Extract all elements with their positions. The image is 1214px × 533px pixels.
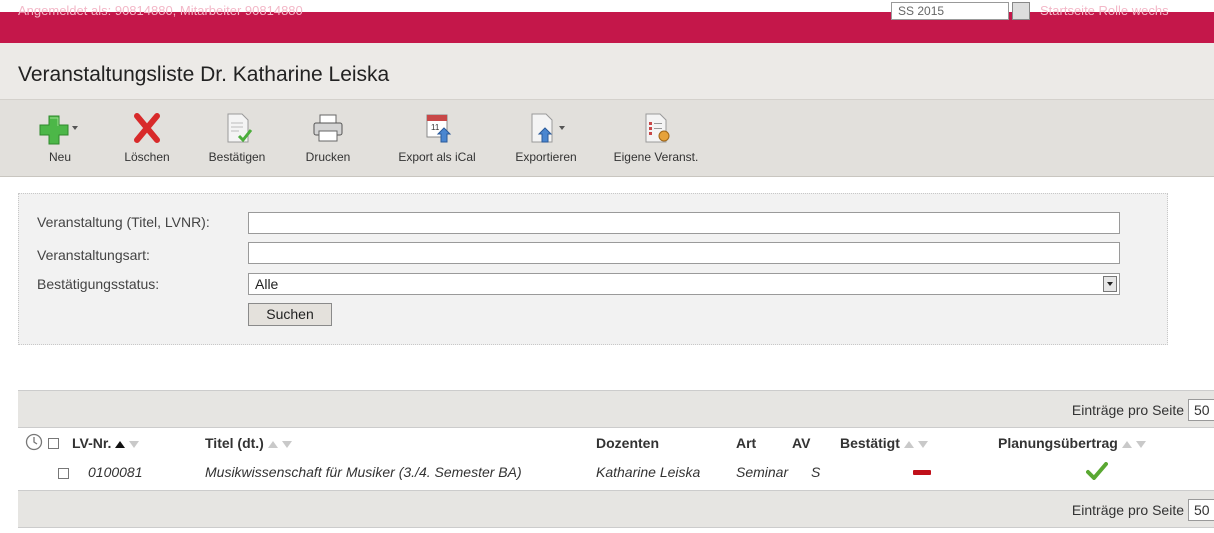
status-label: Bestätigungsstatus: bbox=[37, 276, 160, 292]
cell-av: S bbox=[811, 464, 821, 480]
status-select[interactable]: Alle bbox=[248, 273, 1120, 295]
status-select-value: Alle bbox=[255, 276, 279, 292]
row-checkbox[interactable] bbox=[58, 468, 69, 479]
course-table: Einträge pro Seite 50 LV-Nr. Titel (dt.)… bbox=[18, 390, 1214, 533]
calendar-export-icon: 11 bbox=[426, 114, 452, 143]
pager-top: Einträge pro Seite 50 bbox=[18, 390, 1214, 428]
dropdown-arrow-icon[interactable] bbox=[1103, 276, 1117, 292]
sort-asc-icon[interactable] bbox=[267, 440, 278, 448]
delete-button[interactable]: Löschen bbox=[112, 110, 182, 164]
cell-type: Seminar bbox=[736, 464, 789, 480]
entries-per-page-label: Einträge pro Seite bbox=[1071, 402, 1184, 418]
cell-lecturers: Katharine Leiska bbox=[596, 464, 701, 480]
sort-desc-icon[interactable] bbox=[917, 440, 928, 448]
document-export-icon bbox=[531, 113, 565, 143]
add-plus-icon bbox=[39, 115, 78, 145]
select-all-checkbox[interactable] bbox=[48, 438, 59, 449]
entries-per-page-input[interactable]: 50 bbox=[1188, 399, 1214, 421]
cell-lvnr[interactable]: 0100081 bbox=[88, 464, 143, 480]
entries-per-page-input[interactable]: 50 bbox=[1188, 499, 1214, 521]
sort-asc-icon[interactable] bbox=[1121, 440, 1132, 448]
course-input[interactable] bbox=[248, 212, 1120, 234]
sort-desc-icon[interactable] bbox=[281, 440, 292, 448]
sort-desc-icon[interactable] bbox=[129, 440, 140, 448]
printer-icon bbox=[313, 114, 343, 142]
filter-panel: Veranstaltung (Titel, LVNR): Veranstaltu… bbox=[18, 193, 1168, 345]
export-ical-button[interactable]: 11 Export als iCal bbox=[389, 110, 485, 164]
semester-select[interactable]: SS 2015 bbox=[891, 2, 1009, 20]
sort-desc-icon[interactable] bbox=[1135, 440, 1146, 448]
sort-asc-icon[interactable] bbox=[115, 440, 126, 448]
course-label: Veranstaltung (Titel, LVNR): bbox=[37, 214, 210, 230]
export-button[interactable]: Exportieren bbox=[505, 110, 587, 164]
svg-text:11: 11 bbox=[431, 123, 440, 132]
title-bar: Veranstaltungsliste Dr. Katharine Leiska bbox=[0, 43, 1214, 100]
clock-icon[interactable] bbox=[25, 433, 43, 451]
checkmark-icon bbox=[1086, 462, 1108, 480]
top-bar: Angemeldet als: 90814880, Mitarbeiter 90… bbox=[0, 0, 1214, 43]
column-planning[interactable]: Planungsübertrag bbox=[998, 435, 1146, 451]
toolbar: Neu Löschen Bestätigen Drucken 11 Export… bbox=[0, 100, 1214, 177]
top-links[interactable]: Startseite Rolle wechs bbox=[1040, 3, 1169, 18]
cell-title[interactable]: Musikwissenschaft für Musiker (3./4. Sem… bbox=[205, 464, 522, 480]
sort-asc-icon[interactable] bbox=[903, 440, 914, 448]
semester-dropdown-arrow-icon[interactable] bbox=[1012, 2, 1030, 20]
type-label: Veranstaltungsart: bbox=[37, 247, 150, 263]
search-button[interactable]: Suchen bbox=[248, 303, 332, 326]
confirm-button[interactable]: Bestätigen bbox=[203, 110, 271, 164]
type-input[interactable] bbox=[248, 242, 1120, 264]
minus-status-icon bbox=[913, 470, 931, 475]
own-courses-button[interactable]: Eigene Veranst. bbox=[604, 110, 708, 164]
column-confirmed[interactable]: Bestätigt bbox=[840, 435, 928, 451]
pager-bottom: Einträge pro Seite 50 bbox=[18, 490, 1214, 528]
column-lvnr[interactable]: LV-Nr. bbox=[72, 435, 140, 451]
page-title: Veranstaltungsliste Dr. Katharine Leiska bbox=[18, 63, 390, 86]
delete-x-icon bbox=[134, 113, 160, 143]
table-row[interactable]: 0100081 Musikwissenschaft für Musiker (3… bbox=[18, 458, 1214, 488]
print-button[interactable]: Drucken bbox=[291, 110, 365, 164]
document-check-icon bbox=[227, 113, 253, 143]
entries-per-page-label: Einträge pro Seite bbox=[1071, 502, 1184, 518]
table-header: LV-Nr. Titel (dt.) Dozenten Art AV Bestä… bbox=[18, 428, 1214, 458]
new-button[interactable]: Neu bbox=[36, 110, 84, 164]
column-type: Art bbox=[736, 435, 757, 451]
column-lecturers: Dozenten bbox=[596, 435, 659, 451]
column-av: AV bbox=[792, 435, 811, 451]
column-title[interactable]: Titel (dt.) bbox=[205, 435, 292, 451]
list-user-icon bbox=[645, 113, 670, 143]
login-info: Angemeldet als: 90814880, Mitarbeiter 90… bbox=[18, 3, 303, 18]
